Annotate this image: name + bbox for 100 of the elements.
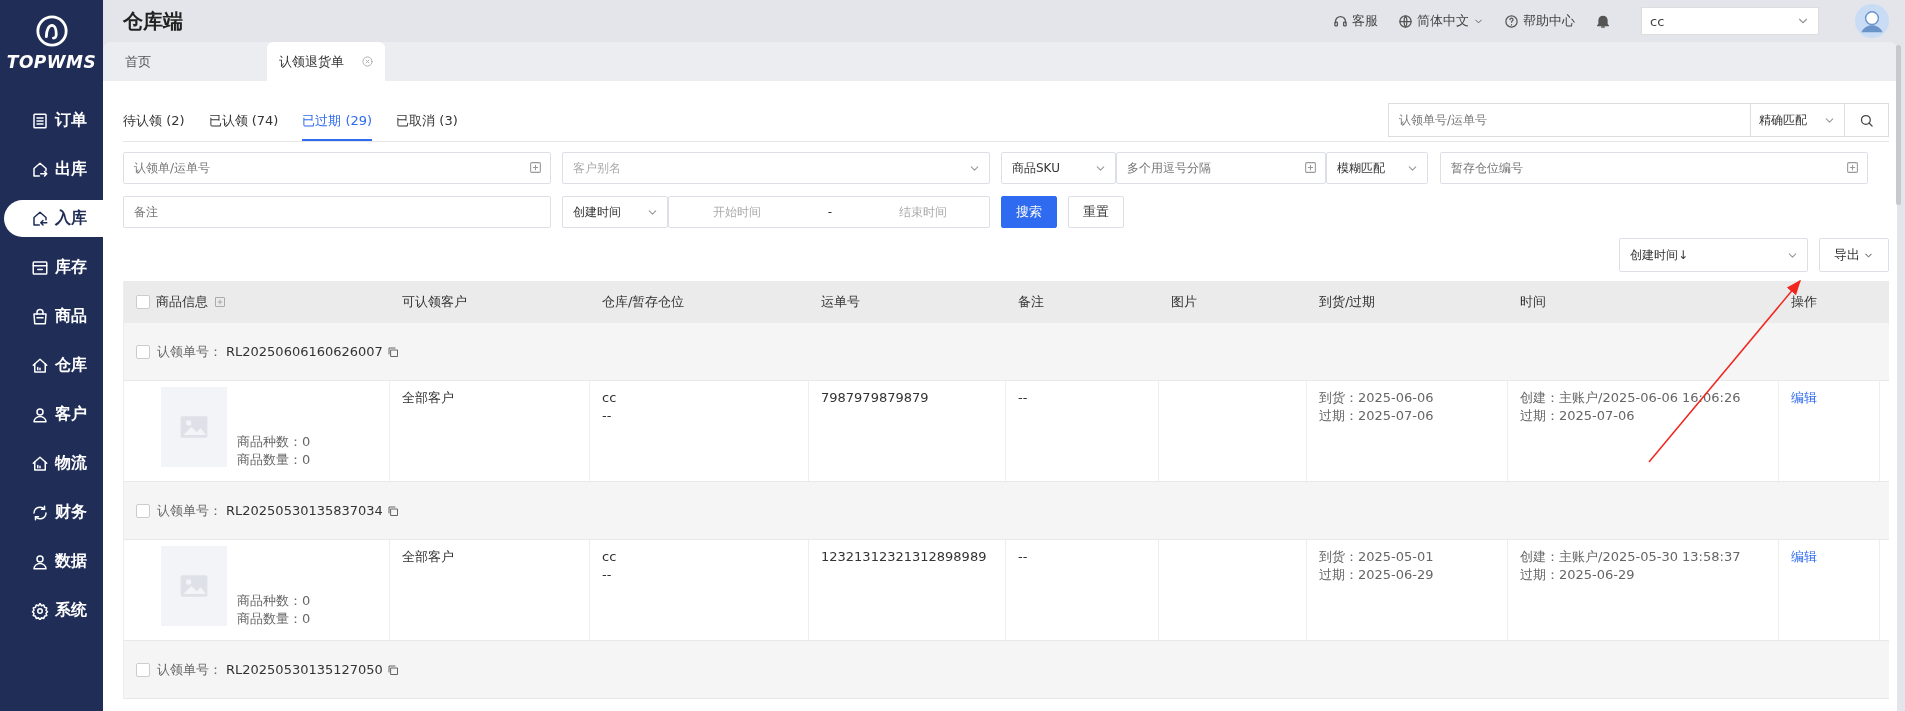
status-tab[interactable]: 已过期 (29) xyxy=(302,112,373,141)
order-label: 认领单号： xyxy=(157,342,222,361)
sidebar-item[interactable]: 库存 xyxy=(4,243,103,292)
remark-text: -- xyxy=(1018,389,1029,407)
bag-icon xyxy=(31,307,49,326)
checkbox[interactable] xyxy=(136,344,150,359)
reset-button[interactable]: 重置 xyxy=(1068,196,1124,228)
sidebar-item[interactable]: 物流 xyxy=(4,439,103,488)
expiry-date: 过期：2025-07-06 xyxy=(1520,407,1636,425)
copy-icon[interactable] xyxy=(386,345,399,358)
order-number: RL20250606160626007 xyxy=(226,344,383,359)
header-link[interactable]: 客服 xyxy=(1333,12,1378,30)
person-icon xyxy=(31,405,49,424)
archive-icon xyxy=(31,258,49,277)
add-box-icon[interactable] xyxy=(529,161,542,174)
sidebar-item[interactable]: 系统 xyxy=(4,586,103,635)
column-header: 备注 xyxy=(1018,293,1044,311)
header-link[interactable]: 简体中文 xyxy=(1398,12,1484,30)
edit-link[interactable]: 编辑 xyxy=(1791,549,1817,564)
avatar-icon xyxy=(1855,4,1889,38)
expiry-date: 过期：2025-06-29 xyxy=(1520,566,1636,584)
customer-text: 全部客户 xyxy=(402,389,455,407)
app-title: 仓库端 xyxy=(123,7,183,35)
header-link[interactable]: 帮助中心 xyxy=(1504,12,1575,30)
remark-text: -- xyxy=(1018,548,1029,566)
order-number: RL20250530135127050 xyxy=(226,662,383,677)
account-select[interactable]: cc xyxy=(1641,7,1819,35)
column-header: 到货/过期 xyxy=(1319,293,1376,311)
close-icon[interactable] xyxy=(362,56,373,67)
select-field[interactable]: 创建时间 xyxy=(562,196,668,228)
sidebar-item[interactable]: 仓库 xyxy=(4,341,103,390)
logo-icon xyxy=(34,14,69,48)
sidebar-item[interactable]: 入库 xyxy=(4,200,103,237)
export-button[interactable]: 导出 xyxy=(1819,238,1889,272)
search-field[interactable]: 认领单号/运单号 xyxy=(1388,103,1751,137)
item-kinds: 商品种数：0 xyxy=(237,433,311,451)
status-tab[interactable]: 已认领 (74) xyxy=(208,112,279,141)
refresh-icon xyxy=(31,503,49,522)
column-header: 时间 xyxy=(1520,293,1546,311)
house-icon xyxy=(31,356,49,375)
sort-select[interactable]: 创建时间↓ xyxy=(1619,238,1808,272)
search-button[interactable] xyxy=(1845,103,1889,137)
created-time: 创建：主账户/2025-05-30 13:58:37 xyxy=(1520,548,1742,566)
copy-icon[interactable] xyxy=(386,504,399,517)
input-field[interactable]: 备注 xyxy=(123,196,551,228)
add-box-icon[interactable] xyxy=(214,296,226,308)
input-field[interactable]: 认领单/运单号 xyxy=(123,152,551,184)
item-quantity: 商品数量：0 xyxy=(237,451,311,469)
search-icon xyxy=(1859,112,1874,128)
column-header: 图片 xyxy=(1171,293,1197,311)
warehouse-text: cc xyxy=(602,548,618,566)
house-arrow-icon xyxy=(31,160,49,179)
edit-link[interactable]: 编辑 xyxy=(1791,390,1817,405)
item-kinds: 商品种数：0 xyxy=(237,592,311,610)
location-text: -- xyxy=(602,407,613,425)
checkbox[interactable] xyxy=(136,503,150,518)
select-field[interactable]: 模糊匹配 xyxy=(1326,152,1428,184)
add-box-icon[interactable] xyxy=(1846,161,1859,174)
location-text: -- xyxy=(602,566,613,584)
copy-icon[interactable] xyxy=(386,663,399,676)
sidebar-item[interactable]: 出库 xyxy=(4,145,103,194)
house-icon xyxy=(31,454,49,473)
arrival-date: 到货：2025-06-06 xyxy=(1319,389,1435,407)
add-box-icon[interactable] xyxy=(1304,161,1317,174)
column-header: 可认领客户 xyxy=(402,293,467,311)
help-icon xyxy=(1504,13,1519,29)
document-icon xyxy=(31,111,49,130)
expiry-date: 过期：2025-06-29 xyxy=(1319,566,1435,584)
bell-icon[interactable] xyxy=(1595,13,1611,29)
column-header: 运单号 xyxy=(821,293,860,311)
status-tab[interactable]: 已取消 (3) xyxy=(396,112,458,141)
checkbox[interactable] xyxy=(136,662,150,677)
input-field[interactable]: 暂存仓位编号 xyxy=(1440,152,1868,184)
status-tab[interactable]: 待认领 (2) xyxy=(123,112,185,141)
sidebar-item[interactable]: 订单 xyxy=(4,96,103,145)
person-icon xyxy=(31,552,49,571)
search-button[interactable]: 搜索 xyxy=(1001,196,1057,228)
tracking-number: 12321312321312898989 xyxy=(821,548,988,566)
sidebar-item[interactable]: 财务 xyxy=(4,488,103,537)
settings-icon xyxy=(31,601,49,620)
checkbox[interactable] xyxy=(136,295,150,309)
select-field[interactable]: 商品SKU xyxy=(1001,152,1116,184)
arrival-date: 到货：2025-05-01 xyxy=(1319,548,1435,566)
sidebar-item[interactable]: 数据 xyxy=(4,537,103,586)
page-tab[interactable]: 首页 xyxy=(103,42,237,81)
column-header: 仓库/暂存仓位 xyxy=(602,293,685,311)
globe-icon xyxy=(1398,13,1413,29)
column-header: 商品信息 xyxy=(156,293,208,311)
headset-icon xyxy=(1333,13,1348,29)
sidebar-item[interactable]: 客户 xyxy=(4,390,103,439)
page-tab[interactable]: 认领退货单 xyxy=(267,42,385,81)
input-field[interactable]: 多个用逗号分隔 xyxy=(1116,152,1326,184)
order-label: 认领单号： xyxy=(157,660,222,679)
sidebar-item[interactable]: 商品 xyxy=(4,292,103,341)
item-quantity: 商品数量：0 xyxy=(237,610,311,628)
house-arrow-icon xyxy=(31,209,49,228)
order-number: RL20250530135837034 xyxy=(226,503,383,518)
date-range-field[interactable]: 开始时间 - 结束时间 xyxy=(668,196,990,228)
warehouse-text: cc xyxy=(602,389,618,407)
customer-text: 全部客户 xyxy=(402,548,455,566)
